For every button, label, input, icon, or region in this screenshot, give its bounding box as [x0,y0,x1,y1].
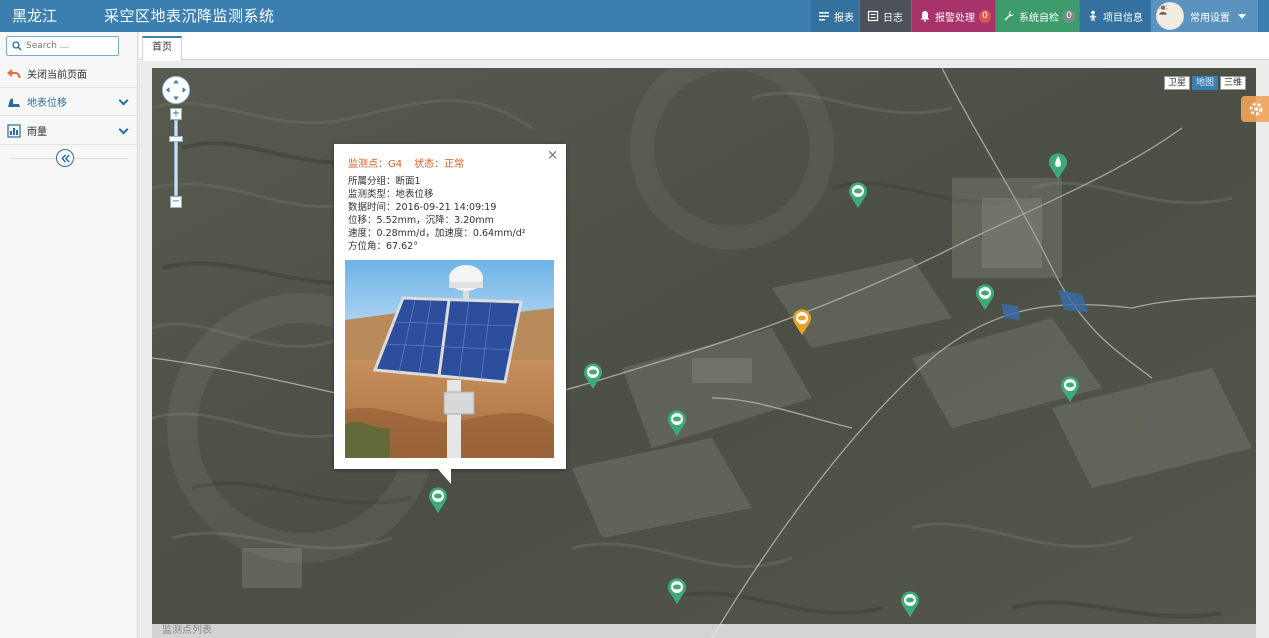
report-label: 报表 [834,12,854,24]
bell-icon [920,11,930,22]
search-icon [12,41,22,51]
project-info-button[interactable]: 项目信息 [1080,0,1150,32]
monitoring-point-marker[interactable] [1059,375,1081,403]
settings-float-button[interactable] [1241,96,1269,122]
sidebar-item-label: 地表位移 [27,98,67,109]
rain-gauge-marker[interactable] [1047,152,1069,180]
collapse-sidebar-button[interactable] [56,149,74,167]
selfcheck-count-badge: 0 [1063,9,1075,23]
monitoring-point-marker-g4[interactable] [427,486,449,514]
monitoring-point-list-bar[interactable]: 监测点列表 [152,624,1256,638]
popup-time: 数据时间：2016-09-21 14:09:19 [348,202,497,213]
sidebar-item-label: 关闭当前页面 [27,70,87,81]
person-icon [1089,10,1097,21]
chevron-down-icon [118,95,129,106]
double-chevron-left-icon [60,153,70,163]
monitoring-point-marker[interactable] [847,181,869,209]
zoom-out-button[interactable]: − [170,196,182,208]
log-icon [867,10,879,22]
pan-control[interactable] [162,76,190,104]
gear-icon [1249,102,1263,116]
popup-type: 监测类型：地表位移 [348,189,434,200]
sidebar-item-rainfall[interactable]: 雨量 [0,117,137,145]
zoom-slider-handle[interactable] [169,136,183,142]
popup-title: 监测点：G4 状态：正常 [348,155,476,170]
pan-arrows-icon [165,79,187,101]
avatar [1156,2,1184,30]
chevron-down-icon [118,124,129,135]
sidebar-item-label: 雨量 [27,127,47,138]
popup-status: 状态：正常 [414,159,465,170]
close-icon[interactable]: × [547,148,558,163]
displacement-icon [6,94,21,109]
log-label: 日志 [883,12,903,24]
tab-bar: 首页 [139,32,1269,61]
popup-point-name: 监测点：G4 [348,159,403,170]
wrench-icon [1004,11,1014,21]
rain-gauge-icon [6,123,21,138]
monitoring-point-marker[interactable] [666,409,688,437]
settings-menu[interactable]: 常用设置 [1151,0,1258,32]
selfcheck-label: 系统自检 [1019,12,1059,24]
top-header: 黑龙江 采空区地表沉降监测系统 报表 日志 报警处理 0 系统自检 0 项目信息… [0,0,1269,32]
alarm-button[interactable]: 报警处理 0 [912,0,995,32]
popup-pointer [437,468,451,484]
report-button[interactable]: 报表 [811,0,859,32]
popup-displacement: 位移：5.52mm，沉降：3.20mm [348,215,494,226]
search-box[interactable] [6,36,119,56]
sidebar: 关闭当前页面 地表位移 雨量 [0,32,138,638]
map-type-map[interactable]: 地图 [1192,76,1219,90]
sidebar-item-close-page[interactable]: 关闭当前页面 [0,60,137,88]
warning-point-marker[interactable] [791,308,813,336]
system-title: 采空区地表沉降监测系统 [104,7,275,25]
settings-label: 常用设置 [1190,12,1230,24]
zoom-slider-track[interactable] [174,120,178,196]
popup-velocity: 速度：0.28mm/d，加速度：0.64mm/d² [348,228,526,239]
popup-azimuth: 方位角：67.62° [348,241,418,252]
log-button[interactable]: 日志 [860,0,911,32]
selfcheck-button[interactable]: 系统自检 0 [996,0,1079,32]
alarm-count-badge: 0 [979,9,991,23]
monitoring-point-marker[interactable] [582,362,604,390]
zoom-in-button[interactable]: + [170,108,182,120]
satellite-map[interactable]: + − 卫星 地图 三维 监测点列表 [152,68,1256,638]
monitoring-point-popup: × 监测点：G4 状态：正常 所属分组：断面1 监测类型：地表位移 数据时间：20… [334,144,566,469]
undo-icon [6,66,21,81]
map-type-satellite[interactable]: 卫星 [1164,76,1191,90]
monitoring-point-marker[interactable] [899,590,921,618]
search-input[interactable] [26,41,116,51]
project-info-label: 项目信息 [1103,12,1143,24]
map-terrain [152,68,1256,638]
monitoring-point-marker[interactable] [666,577,688,605]
tab-home[interactable]: 首页 [142,36,182,61]
station-photo [345,260,554,458]
sidebar-item-displacement[interactable]: 地表位移 [0,88,137,116]
alarm-label: 报警处理 [935,12,975,24]
report-icon [819,12,829,21]
map-type-3d[interactable]: 三维 [1220,76,1247,90]
brand-label: 黑龙江 [12,7,58,25]
popup-group: 所属分组：断面1 [348,176,421,187]
monitoring-point-marker[interactable] [974,283,996,311]
chevron-down-icon [1238,13,1246,19]
